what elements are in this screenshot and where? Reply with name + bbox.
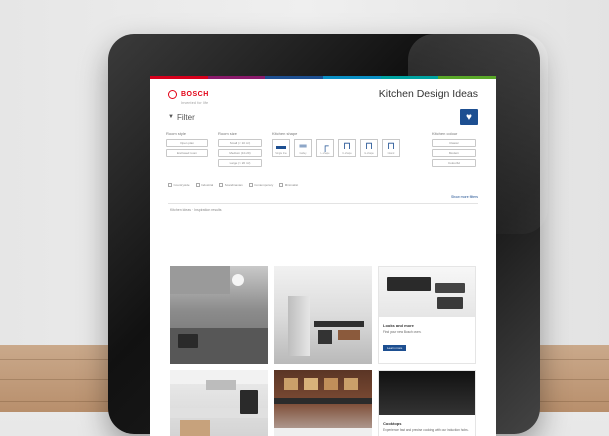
shape-label: L-shape xyxy=(320,152,330,155)
filter-option-open-plan[interactable]: Open plan xyxy=(166,139,208,147)
checkbox-industrial[interactable]: Industrial xyxy=(195,183,214,187)
filter-panel: Room style Open plan Enclosed room Room … xyxy=(166,131,480,181)
filter-group-title: Kitchen shape xyxy=(272,131,298,136)
style-checkboxes: Countryside Industrial Scandinavian Cont… xyxy=(168,183,478,187)
checkbox-box[interactable] xyxy=(168,183,172,187)
filter-group-kitchen-shape: Kitchen shape ▬ Single line ═ Galley ┌ L… xyxy=(272,131,400,157)
kitchen-image-tile[interactable] xyxy=(170,266,268,364)
results-label: Kitchen ideas · Inspiration results xyxy=(170,207,222,212)
shape-label: Galley xyxy=(299,152,307,155)
filter-group-kitchen-colour: Kitchen colour Classic Modern Colourful xyxy=(432,131,476,169)
filter-option-colourful[interactable]: Colourful xyxy=(432,159,476,167)
shape-label: Island xyxy=(387,152,395,155)
card-title: Looks and more xyxy=(383,323,414,328)
tablet-device: BOSCH Invented for life Kitchen Design I… xyxy=(108,34,548,436)
shape-l[interactable]: ┌ L-shape xyxy=(316,139,334,157)
kitchen-image-tile[interactable] xyxy=(274,370,372,436)
filter-option-small[interactable]: Small (< 10 m²) xyxy=(218,139,262,147)
card-text: Experience fast and precise cooking with… xyxy=(383,428,469,432)
checkbox-box[interactable] xyxy=(248,183,253,187)
filter-option-classic[interactable]: Classic xyxy=(432,139,476,147)
brand-name: BOSCH xyxy=(181,91,209,98)
shape-u[interactable]: ⊓ U-shape xyxy=(338,139,356,157)
shape-g[interactable]: ⊓ G-shape xyxy=(360,139,378,157)
kitchen-image-tile[interactable] xyxy=(170,370,268,436)
filter-bar: ▼ Filter ♥ xyxy=(150,109,496,125)
shape-label: G-shape xyxy=(364,152,374,155)
color-bar-segment xyxy=(323,76,381,79)
bosch-armature-icon xyxy=(168,89,177,99)
shape-galley[interactable]: ═ Galley xyxy=(294,139,312,157)
section-divider xyxy=(168,203,478,204)
checkbox-label: Scandinavian xyxy=(224,183,243,187)
pendant-lamp-icon xyxy=(232,274,244,286)
funnel-icon: ▼ xyxy=(168,114,174,120)
shape-label: U-shape xyxy=(342,152,352,155)
heart-icon: ♥ xyxy=(466,111,472,123)
filter-option-modern[interactable]: Modern xyxy=(432,149,476,157)
filter-option-large[interactable]: Large (> 20 m²) xyxy=(218,159,262,167)
filter-group-room-size: Room size Small (< 10 m²) Medium (10-20)… xyxy=(218,131,262,169)
brand-logo[interactable]: BOSCH Invented for life xyxy=(168,83,209,105)
color-bar-segment xyxy=(438,76,496,79)
filter-option-medium[interactable]: Medium (10-20) xyxy=(218,149,262,157)
checkbox-label: Contemporary xyxy=(254,183,274,187)
shape-label: Single line xyxy=(275,152,287,155)
product-card-ovens[interactable]: Looks and more Find your new Bosch oven.… xyxy=(378,266,476,364)
hob-product-image xyxy=(379,371,475,415)
filter-toggle[interactable]: ▼ Filter xyxy=(168,113,195,122)
filter-group-title: Kitchen colour xyxy=(432,131,458,136)
filter-label: Filter xyxy=(176,112,195,122)
oven-product-image xyxy=(379,267,475,317)
checkbox-box[interactable] xyxy=(279,183,284,187)
checkbox-countryside[interactable]: Countryside xyxy=(168,183,190,187)
tablet-screen: BOSCH Invented for life Kitchen Design I… xyxy=(150,76,496,436)
color-bar-segment xyxy=(265,76,324,79)
kitchen-image-tile[interactable] xyxy=(274,266,372,364)
shape-island[interactable]: ⊓ Island xyxy=(382,139,400,157)
learn-more-button[interactable]: Learn more xyxy=(383,345,407,351)
favorites-button[interactable]: ♥ xyxy=(460,109,478,125)
shape-single-line[interactable]: ▬ Single line xyxy=(272,139,290,157)
checkbox-box[interactable] xyxy=(219,183,224,187)
extractor-hood-icon xyxy=(206,380,236,390)
page-header: BOSCH Invented for life Kitchen Design I… xyxy=(150,83,496,105)
checkbox-minimalist[interactable]: Minimalist xyxy=(279,183,298,187)
oven-icon xyxy=(240,390,258,414)
checkbox-label: Countryside xyxy=(173,183,190,187)
card-text: Find your new Bosch oven. xyxy=(383,330,422,334)
oven-icon xyxy=(178,334,198,348)
color-bar-segment xyxy=(380,76,439,79)
brand-color-bar xyxy=(150,76,496,79)
oven-icon xyxy=(387,277,431,291)
brand-tagline: Invented for life xyxy=(181,101,209,105)
card-title: Cooktops xyxy=(383,421,402,426)
filter-group-room-style: Room style Open plan Enclosed room xyxy=(166,131,208,159)
fridge-icon xyxy=(288,296,310,356)
checkbox-label: Industrial xyxy=(201,183,214,187)
show-more-filters-link[interactable]: Show more filters xyxy=(150,195,478,199)
checkbox-contemporary[interactable]: Contemporary xyxy=(248,183,274,187)
checkbox-scandinavian[interactable]: Scandinavian xyxy=(219,183,243,187)
filter-group-title: Room style xyxy=(166,131,187,136)
product-card-cooktops[interactable]: Cooktops Experience fast and precise coo… xyxy=(378,370,476,436)
filter-group-title: Room size xyxy=(218,131,237,136)
page-title: Kitchen Design Ideas xyxy=(378,88,478,100)
checkbox-label: Minimalist xyxy=(284,183,299,187)
kitchen-shape-options: ▬ Single line ═ Galley ┌ L-shape ⊓ U-sha… xyxy=(272,139,400,157)
filter-option-enclosed-room[interactable]: Enclosed room xyxy=(166,149,208,157)
checkbox-box[interactable] xyxy=(195,183,200,187)
color-bar-segment xyxy=(207,76,266,79)
color-bar-segment xyxy=(150,76,208,79)
